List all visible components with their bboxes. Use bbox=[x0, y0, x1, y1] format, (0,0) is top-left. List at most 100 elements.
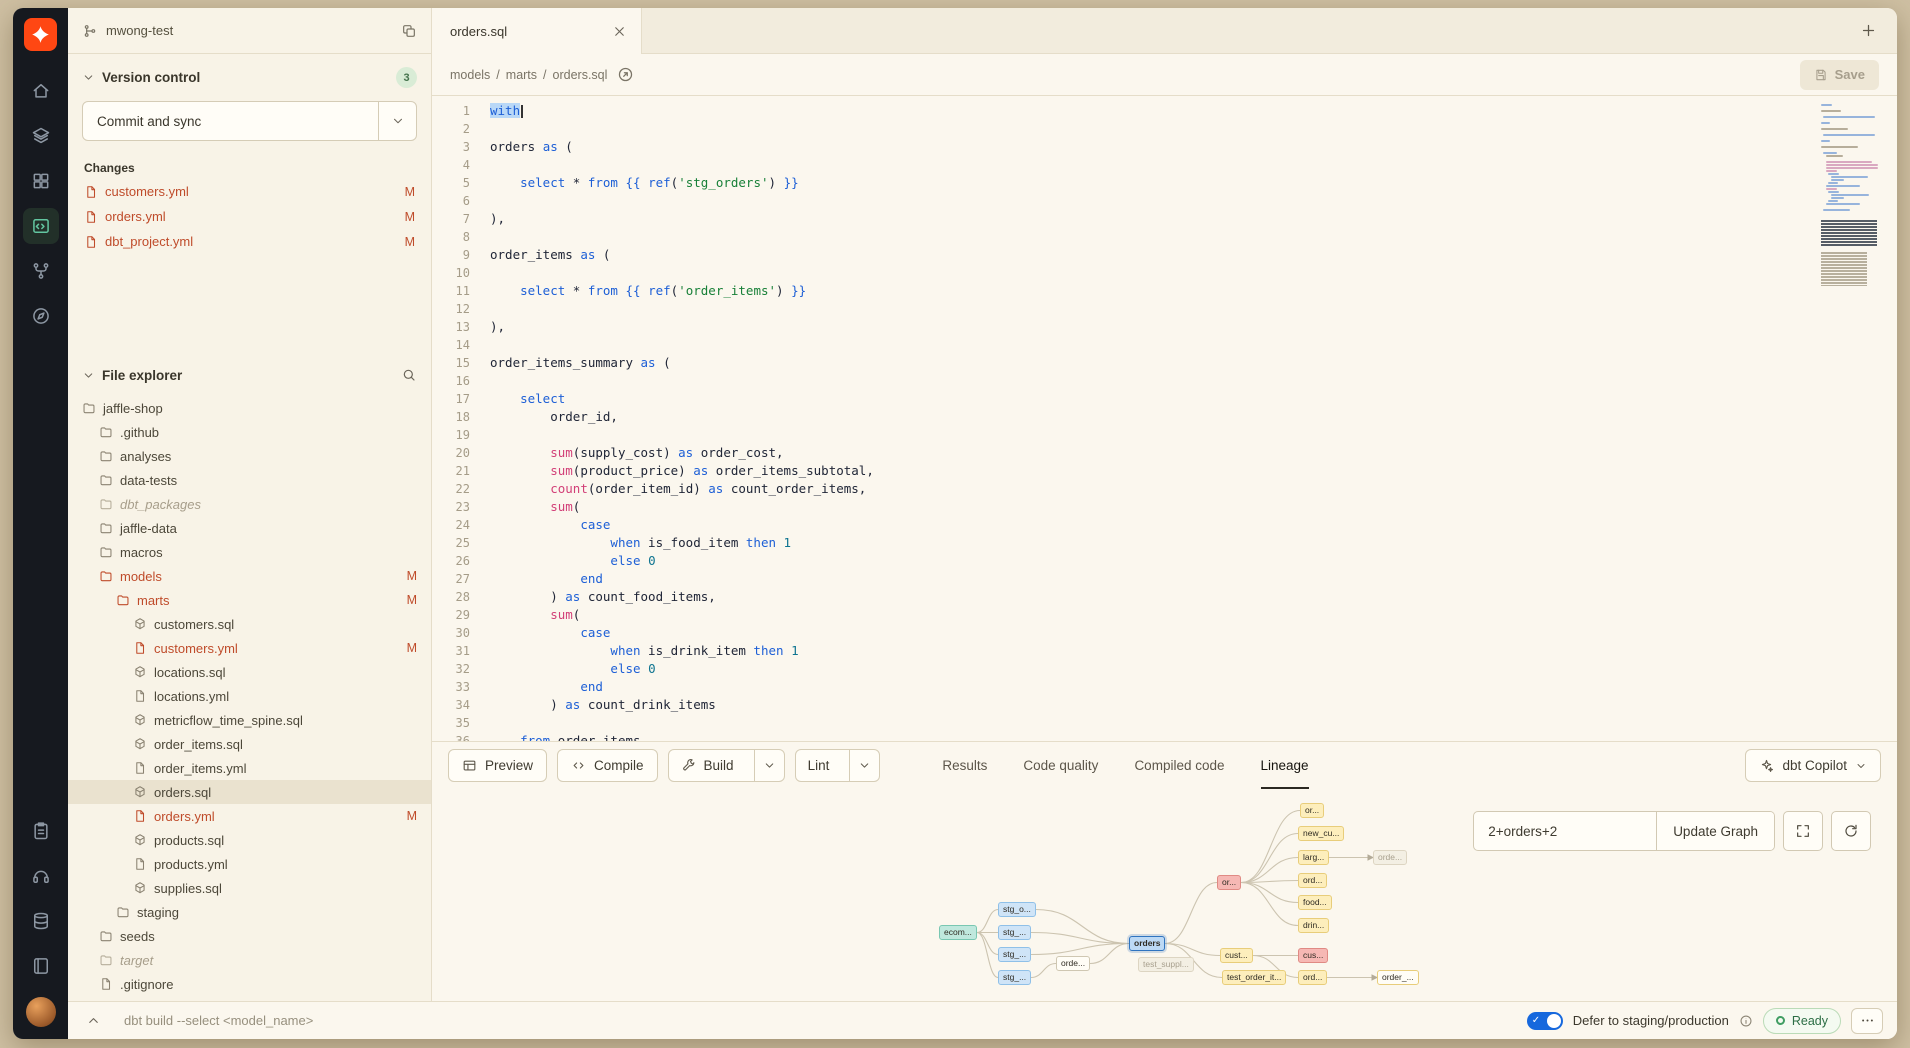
code-line[interactable]: case bbox=[490, 516, 1897, 534]
code-line[interactable] bbox=[490, 120, 1897, 138]
file-tree-item-.gitignore[interactable]: .gitignore bbox=[68, 972, 431, 996]
lineage-node-ordeg[interactable]: orde... bbox=[1373, 850, 1407, 865]
commit-and-sync-button[interactable]: Commit and sync bbox=[82, 101, 417, 141]
lineage-node-food[interactable]: food... bbox=[1298, 895, 1332, 910]
lineage-node-stg1[interactable]: stg_o... bbox=[998, 902, 1036, 917]
lineage-node-tsup[interactable]: test_suppl... bbox=[1138, 957, 1194, 972]
activity-item-apps-icon[interactable] bbox=[23, 163, 59, 199]
code-editor[interactable]: 1234567891011121314151617181920212223242… bbox=[432, 96, 1897, 741]
file-tree-item-analyses[interactable]: analyses bbox=[68, 444, 431, 468]
code-line[interactable]: order_items_summary as ( bbox=[490, 354, 1897, 372]
file-explorer-header[interactable]: File explorer bbox=[68, 354, 431, 392]
lineage-node-ecom[interactable]: ecom... bbox=[939, 925, 977, 940]
editor-tab-orders-sql[interactable]: orders.sql bbox=[432, 8, 642, 54]
activity-item-warehouse-icon[interactable] bbox=[23, 118, 59, 154]
file-tree-item-jaffle-shop[interactable]: jaffle-shop bbox=[68, 396, 431, 420]
code-line[interactable] bbox=[490, 264, 1897, 282]
file-tree-item-customers.sql[interactable]: customers.sql bbox=[68, 612, 431, 636]
code-line[interactable] bbox=[490, 156, 1897, 174]
commit-options-dropdown[interactable] bbox=[378, 102, 416, 140]
code-line[interactable] bbox=[490, 336, 1897, 354]
code-line[interactable]: ) as count_food_items, bbox=[490, 588, 1897, 606]
open-link-icon[interactable] bbox=[617, 66, 634, 83]
file-tree-item-marts[interactable]: martsM bbox=[68, 588, 431, 612]
lineage-node-ord2[interactable]: ord... bbox=[1298, 970, 1327, 985]
file-tree-item-locations.yml[interactable]: locations.yml bbox=[68, 684, 431, 708]
activity-item-git-fork-icon[interactable] bbox=[23, 253, 59, 289]
code-line[interactable] bbox=[490, 426, 1897, 444]
changed-file-customers.yml[interactable]: customers.ymlM bbox=[68, 179, 431, 204]
file-tree-item-target[interactable]: target bbox=[68, 948, 431, 972]
code-line[interactable]: when is_food_item then 1 bbox=[490, 534, 1897, 552]
user-avatar[interactable] bbox=[26, 997, 56, 1027]
code-line[interactable] bbox=[490, 228, 1897, 246]
code-line[interactable] bbox=[490, 192, 1897, 210]
lineage-node-stg4[interactable]: stg_... bbox=[998, 970, 1031, 985]
activity-item-tasks-icon[interactable] bbox=[23, 813, 59, 849]
file-tree-item-data-tests[interactable]: data-tests bbox=[68, 468, 431, 492]
changed-file-orders.yml[interactable]: orders.ymlM bbox=[68, 204, 431, 229]
tab-code-quality[interactable]: Code quality bbox=[1023, 742, 1098, 789]
code-line[interactable] bbox=[490, 372, 1897, 390]
file-tree-item-customers.yml[interactable]: customers.ymlM bbox=[68, 636, 431, 660]
version-control-header[interactable]: Version control 3 bbox=[68, 54, 431, 97]
tab-results[interactable]: Results bbox=[942, 742, 987, 789]
search-icon[interactable] bbox=[401, 367, 417, 383]
refresh-button[interactable] bbox=[1831, 811, 1871, 851]
lineage-node-cusp[interactable]: cus... bbox=[1298, 948, 1328, 963]
file-tree-item-dbt-packages[interactable]: dbt_packages bbox=[68, 492, 431, 516]
file-tree-item-macros[interactable]: macros bbox=[68, 540, 431, 564]
new-tab-button[interactable] bbox=[1855, 18, 1881, 44]
file-tree-item-metricflow-time-spine.sql[interactable]: metricflow_time_spine.sql bbox=[68, 708, 431, 732]
code-line[interactable]: end bbox=[490, 570, 1897, 588]
code-line[interactable]: sum(supply_cost) as order_cost, bbox=[490, 444, 1897, 462]
file-tree-item-seeds[interactable]: seeds bbox=[68, 924, 431, 948]
minimap[interactable] bbox=[1821, 104, 1877, 286]
lineage-node-stg2[interactable]: stg_... bbox=[998, 925, 1031, 940]
lint-button[interactable]: Lint bbox=[796, 750, 842, 781]
lineage-node-toi[interactable]: test_order_it... bbox=[1222, 970, 1286, 985]
tab-lineage[interactable]: Lineage bbox=[1261, 742, 1309, 789]
lineage-node-orde1[interactable]: orde... bbox=[1056, 956, 1090, 971]
code-line[interactable]: when is_drink_item then 1 bbox=[490, 642, 1897, 660]
code-line[interactable]: ) as count_drink_items bbox=[490, 696, 1897, 714]
activity-item-docs-icon[interactable] bbox=[23, 948, 59, 984]
copy-icon[interactable] bbox=[401, 23, 417, 39]
breadcrumb-segment[interactable]: orders.sql bbox=[553, 68, 608, 82]
lint-options-dropdown[interactable] bbox=[849, 750, 879, 781]
file-tree-item-products.yml[interactable]: products.yml bbox=[68, 852, 431, 876]
file-tree-item-supplies.sql[interactable]: supplies.sql bbox=[68, 876, 431, 900]
file-tree-item-order-items.sql[interactable]: order_items.sql bbox=[68, 732, 431, 756]
code-line[interactable]: select * from {{ ref('stg_orders') }} bbox=[490, 174, 1897, 192]
lineage-node-ordout[interactable]: order_... bbox=[1377, 970, 1419, 985]
info-icon[interactable] bbox=[1739, 1014, 1753, 1028]
code-line[interactable]: select * from {{ ref('order_items') }} bbox=[490, 282, 1897, 300]
lineage-node-ord1[interactable]: ord... bbox=[1298, 873, 1327, 888]
code-line[interactable] bbox=[490, 714, 1897, 732]
code-line[interactable]: end bbox=[490, 678, 1897, 696]
activity-item-home-icon[interactable] bbox=[23, 73, 59, 109]
code-line[interactable]: order_items as ( bbox=[490, 246, 1897, 264]
tab-compiled-code[interactable]: Compiled code bbox=[1134, 742, 1224, 789]
activity-item-develop-icon[interactable] bbox=[23, 208, 59, 244]
file-tree-item-models[interactable]: modelsM bbox=[68, 564, 431, 588]
lineage-node-ory[interactable]: or... bbox=[1300, 803, 1324, 818]
file-tree-item-jaffle-data[interactable]: jaffle-data bbox=[68, 516, 431, 540]
file-tree-item-order-items.yml[interactable]: order_items.yml bbox=[68, 756, 431, 780]
changed-file-dbt-project.yml[interactable]: dbt_project.ymlM bbox=[68, 229, 431, 254]
lineage-node-orp[interactable]: or... bbox=[1217, 875, 1241, 890]
file-tree-item-orders.yml[interactable]: orders.ymlM bbox=[68, 804, 431, 828]
code-line[interactable]: with bbox=[490, 102, 1897, 120]
file-tree-item-products.sql[interactable]: products.sql bbox=[68, 828, 431, 852]
build-options-dropdown[interactable] bbox=[754, 750, 784, 781]
breadcrumb-segment[interactable]: marts bbox=[506, 68, 537, 82]
code-line[interactable]: order_id, bbox=[490, 408, 1897, 426]
dbt-copilot-button[interactable]: dbt Copilot bbox=[1745, 749, 1881, 782]
dbt-command-input[interactable]: dbt build --select <model_name> bbox=[124, 1013, 1517, 1028]
code-line[interactable]: from order_items bbox=[490, 732, 1897, 741]
activity-item-support-icon[interactable] bbox=[23, 858, 59, 894]
file-tree-item-staging[interactable]: staging bbox=[68, 900, 431, 924]
file-tree-item-locations.sql[interactable]: locations.sql bbox=[68, 660, 431, 684]
lineage-selector-input[interactable] bbox=[1474, 812, 1656, 850]
code-line[interactable]: ), bbox=[490, 318, 1897, 336]
